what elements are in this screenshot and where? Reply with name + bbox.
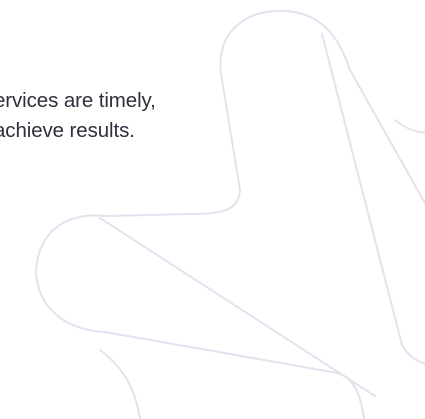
tagline-line-2: achieve results. [0, 119, 135, 142]
deco-connector [104, 189, 241, 217]
deco-diagonal-left [99, 217, 376, 397]
tagline-line-1: ervices are timely, [0, 89, 156, 112]
tagline-text: ervices are timely, achieve results. [0, 86, 324, 146]
deco-lobe-left [35, 214, 365, 419]
deco-diagonal-main [321, 33, 425, 365]
deco-lobe-bottom [99, 349, 141, 419]
page: ervices are timely, achieve results. [0, 0, 425, 419]
deco-lobe-right [394, 119, 425, 134]
rounded-star-outline-icon [35, 9, 425, 419]
